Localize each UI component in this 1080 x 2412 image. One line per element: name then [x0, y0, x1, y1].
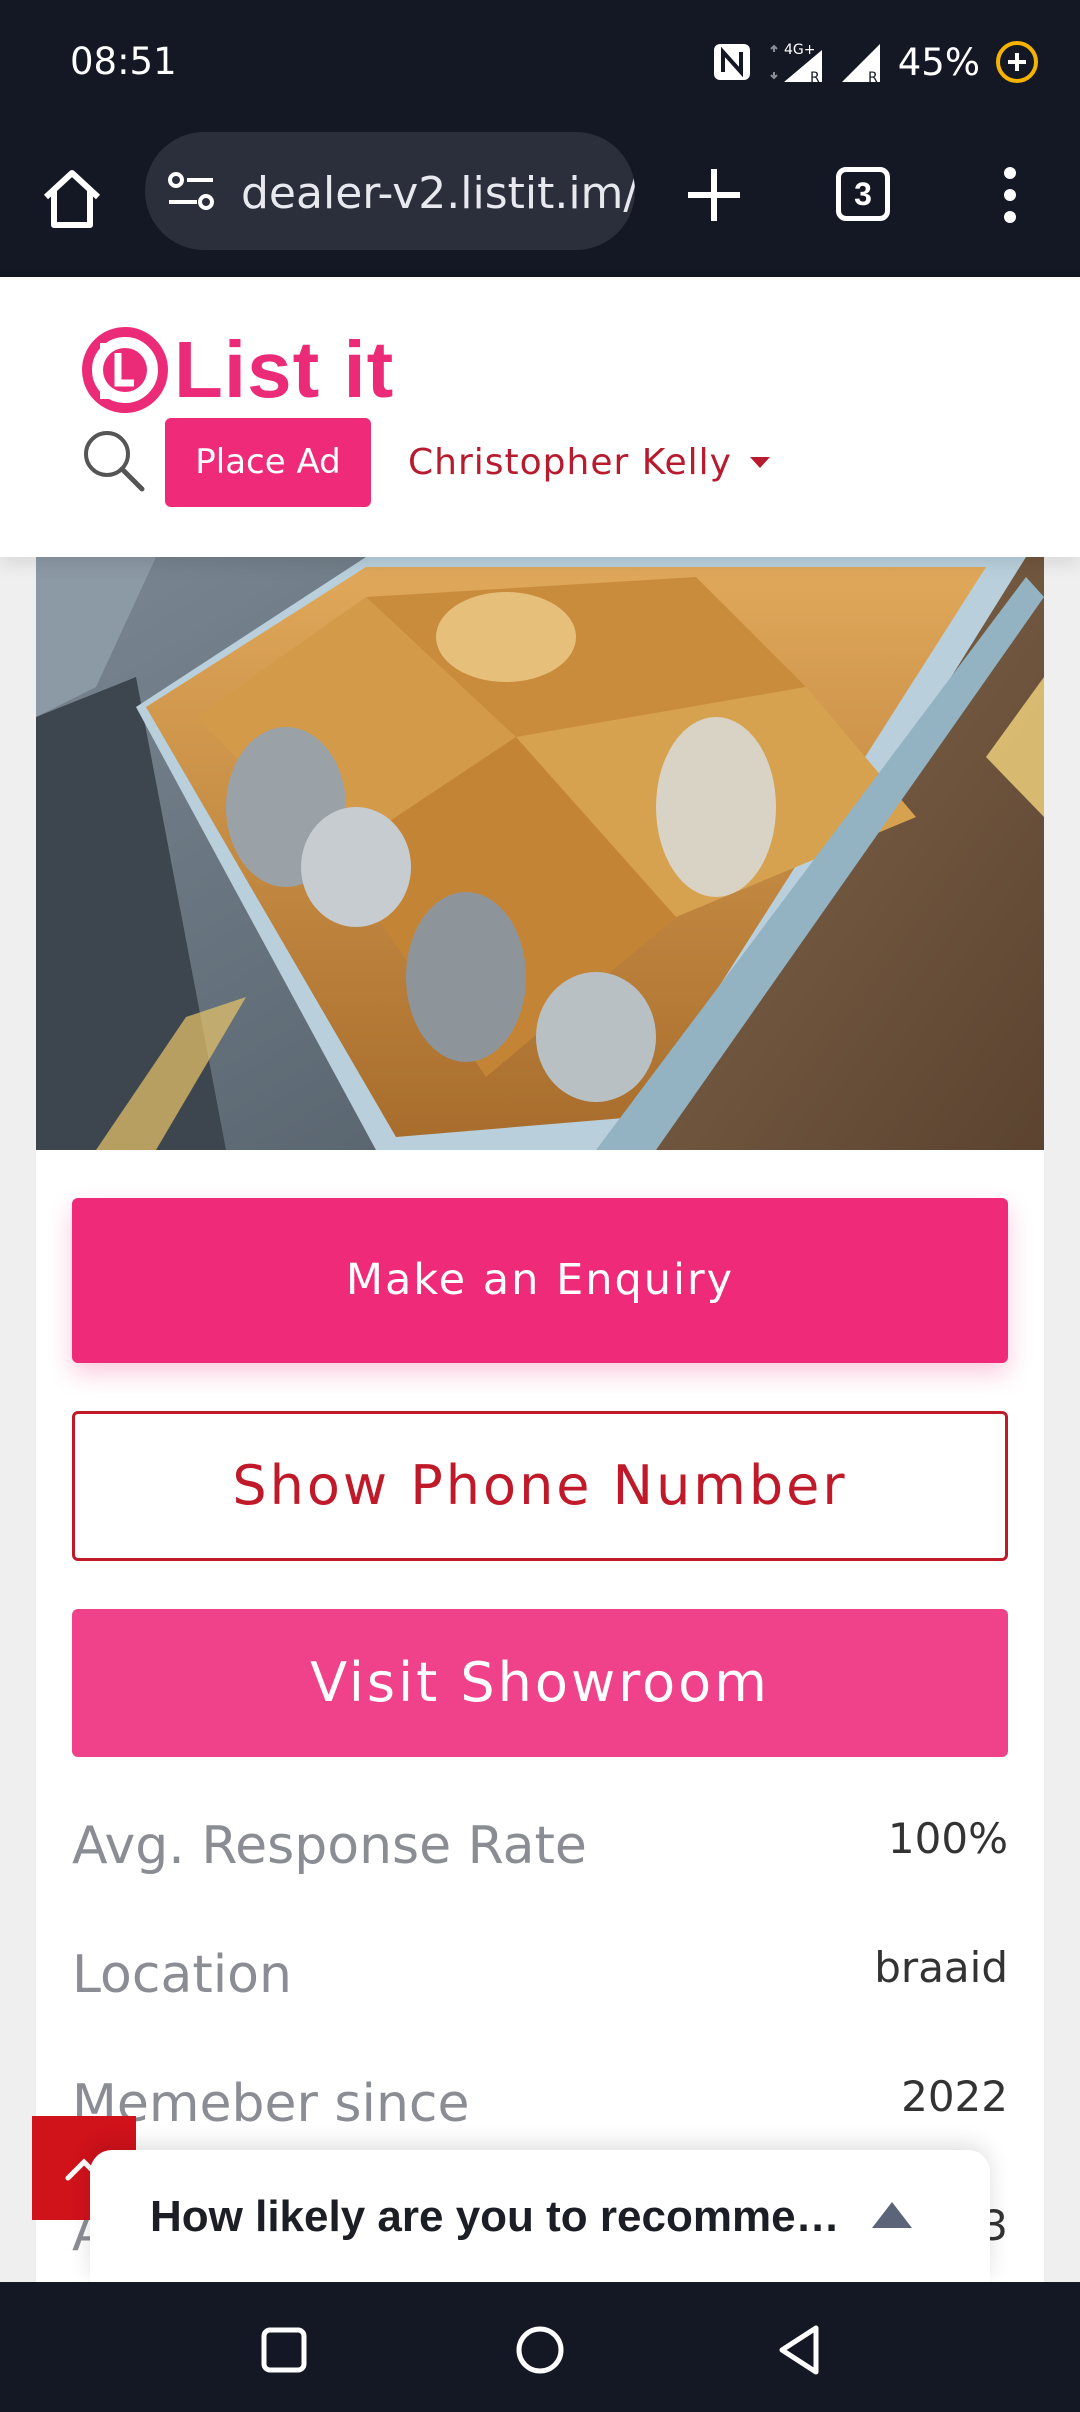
back-icon[interactable] — [772, 2322, 828, 2378]
home-circle-icon[interactable] — [512, 2322, 568, 2378]
info-label: Avg. Response Rate — [72, 1816, 587, 1876]
expand-triangle-icon[interactable] — [870, 2200, 914, 2230]
battery-percentage: 45% — [897, 40, 980, 84]
svg-text:R: R — [868, 70, 878, 84]
status-time: 08:51 — [70, 40, 177, 83]
plus-icon[interactable] — [682, 163, 746, 227]
info-value: braaid — [874, 1943, 1008, 1992]
search-icon[interactable] — [80, 427, 146, 493]
more-vert-icon[interactable] — [990, 165, 1030, 225]
nfc-icon — [713, 44, 750, 80]
signal-4g-icon: 4G+ R — [770, 42, 822, 84]
status-bar: 08:51 4G+ R R 45% — [0, 0, 1080, 125]
chevron-down-icon — [749, 456, 770, 468]
make-enquiry-button[interactable]: Make an Enquiry — [72, 1198, 1008, 1363]
battery-saver-icon — [996, 41, 1038, 83]
listing-photo — [36, 557, 1044, 1150]
address-bar[interactable]: dealer-v2.listit.im/ — [145, 132, 635, 250]
survey-banner[interactable]: How likely are you to recomme… — [90, 2150, 990, 2282]
dealer-card: Make an Enquiry Show Phone Number Visit … — [36, 557, 1044, 2282]
place-ad-button[interactable]: Place Ad — [165, 418, 371, 507]
recents-icon[interactable] — [256, 2322, 312, 2378]
info-row-response-rate: Avg. Response Rate 100% — [72, 1804, 1008, 1884]
site-header: List it Place Ad Christopher Kelly — [0, 277, 1080, 557]
logo-text: List it — [174, 325, 395, 414]
show-phone-button[interactable]: Show Phone Number — [72, 1411, 1008, 1561]
logo-mark-icon — [82, 327, 168, 413]
system-nav-bar — [0, 2282, 1080, 2412]
user-menu-dropdown[interactable]: Christopher Kelly — [408, 437, 770, 487]
site-logo[interactable]: List it — [80, 325, 394, 415]
info-row-location: Location braaid — [72, 1933, 1008, 2013]
signal-icon: R — [841, 44, 880, 84]
info-value: 100% — [887, 1814, 1008, 1863]
status-icons: 4G+ R R 45% — [712, 36, 1040, 88]
survey-question: How likely are you to recomme… — [150, 2192, 840, 2241]
visit-showroom-button[interactable]: Visit Showroom — [72, 1609, 1008, 1757]
url-text: dealer-v2.listit.im/ — [241, 168, 635, 219]
site-settings-icon[interactable] — [167, 170, 217, 214]
svg-text:R: R — [810, 70, 820, 84]
tabs-button[interactable]: 3 — [836, 167, 890, 221]
browser-toolbar: dealer-v2.listit.im/ 3 — [0, 125, 1080, 277]
info-label: Location — [72, 1945, 292, 2005]
info-value: 2022 — [901, 2072, 1008, 2121]
home-icon[interactable] — [36, 163, 108, 235]
user-name: Christopher Kelly — [408, 441, 732, 483]
info-row-member-since: Memeber since 2022 — [72, 2062, 1008, 2142]
svg-text:4G+: 4G+ — [784, 42, 816, 58]
